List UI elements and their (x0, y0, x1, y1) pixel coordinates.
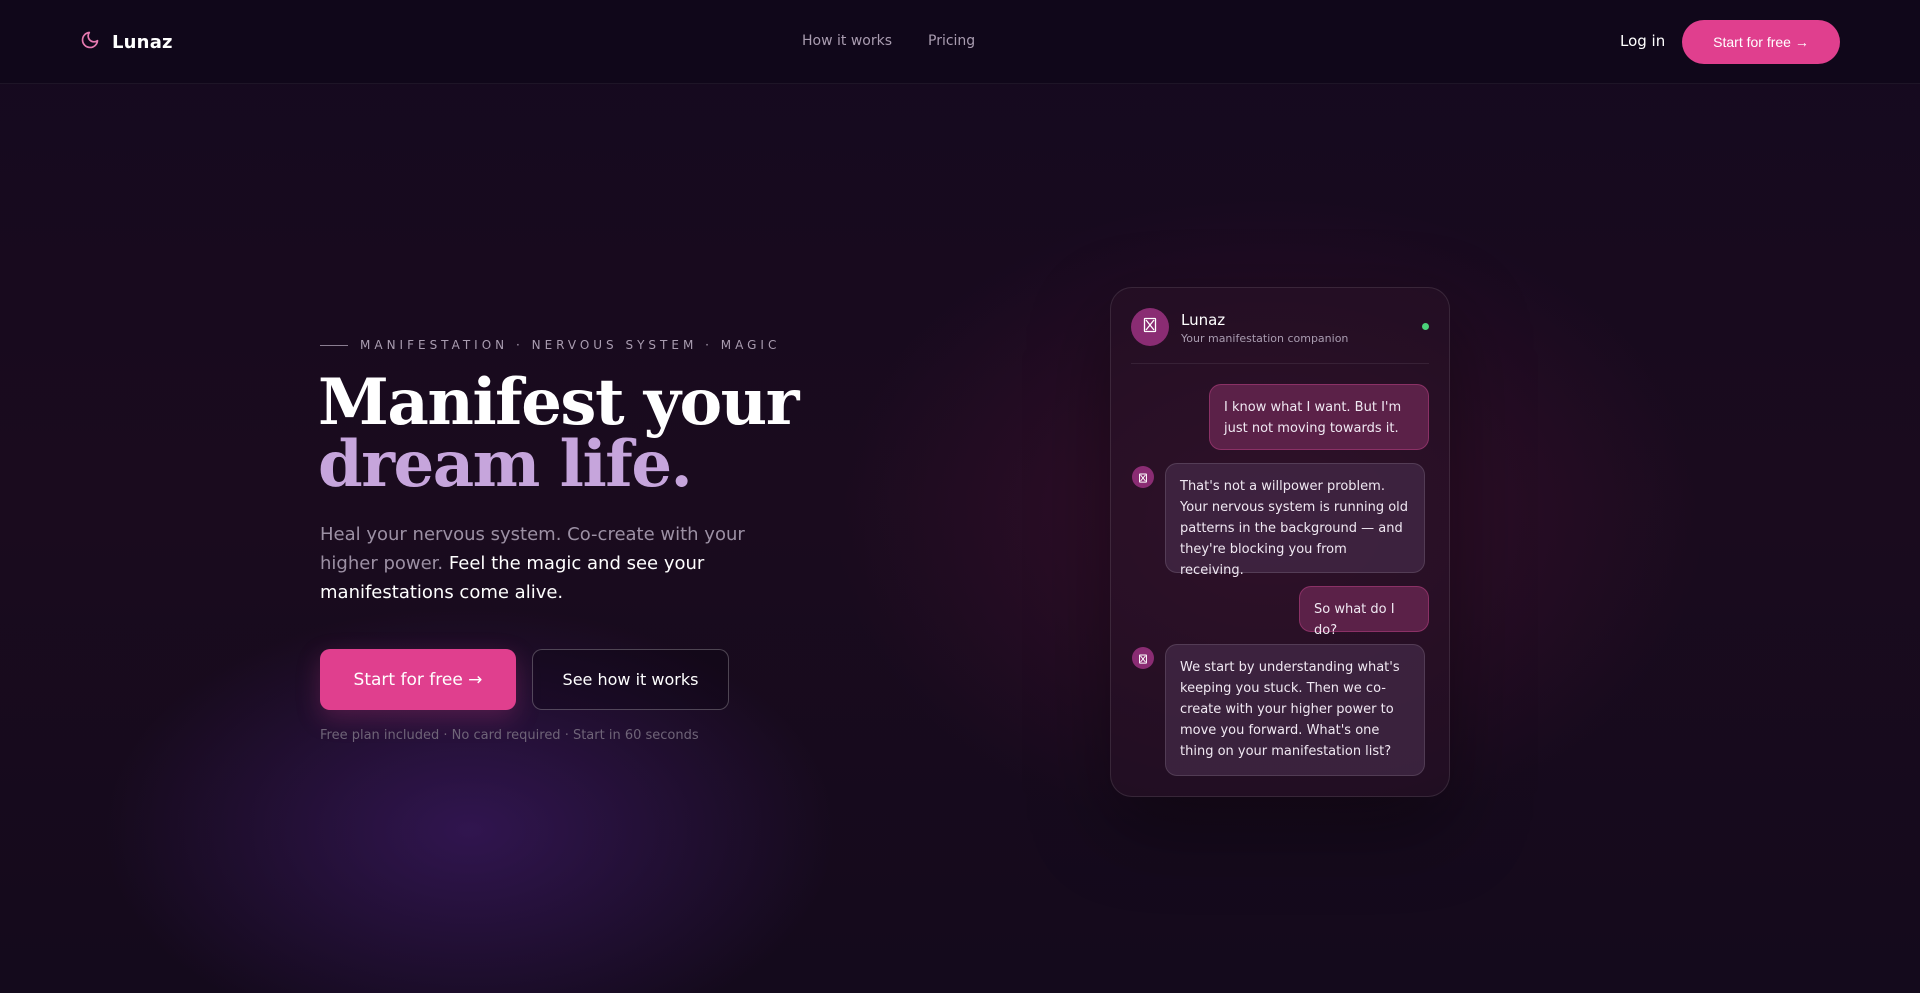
top-nav: Lunaz How it works Pricing Log in Start … (0, 0, 1920, 84)
chat-header: Lunaz Your manifestation companion (1131, 308, 1429, 352)
assistant-mini-avatar (1132, 647, 1154, 669)
nav-start-free-button[interactable]: Start for free → (1682, 20, 1840, 64)
see-how-it-works-button[interactable]: See how it works (532, 649, 729, 710)
assistant-mini-avatar (1132, 466, 1154, 488)
hero-start-free-button[interactable]: Start for free → (320, 649, 516, 710)
assistant-avatar (1131, 308, 1169, 346)
online-status-dot (1422, 323, 1429, 330)
brand-logo[interactable]: Lunaz (80, 30, 173, 54)
hero-title: Manifest your dream life. (318, 365, 799, 502)
login-link[interactable]: Log in (1620, 32, 1665, 50)
eyebrow-text: MANIFESTATION · NERVOUS SYSTEM · MAGIC (360, 338, 781, 352)
chat-message-user: So what do I do? (1299, 586, 1429, 638)
moon-icon (80, 30, 100, 54)
chat-message-assistant: That's not a willpower problem. Your ner… (1165, 463, 1425, 578)
hourglass-icon (1138, 649, 1148, 668)
hourglass-icon (1138, 468, 1148, 487)
hourglass-icon (1142, 317, 1158, 337)
brand-name: Lunaz (112, 31, 173, 53)
hero-subtitle: Heal your nervous system. Co-create with… (320, 520, 780, 607)
hero-fine-print: Free plan included · No card required · … (320, 728, 699, 743)
nav-link-how-it-works[interactable]: How it works (802, 33, 892, 49)
assistant-name: Lunaz (1181, 311, 1226, 329)
nav-link-pricing[interactable]: Pricing (928, 33, 975, 49)
chat-message-assistant: We start by understanding what's keeping… (1165, 644, 1425, 776)
hero-eyebrow: MANIFESTATION · NERVOUS SYSTEM · MAGIC (320, 338, 780, 352)
eyebrow-divider (320, 344, 348, 346)
assistant-subtitle: Your manifestation companion (1181, 332, 1349, 345)
chat-message-user: I know what I want. But I'm just not mov… (1209, 384, 1429, 450)
hero-title-line2: dream life. (318, 427, 693, 502)
nav-links: How it works Pricing (802, 33, 975, 49)
chat-header-divider (1131, 363, 1429, 364)
hero-title-line1: Manifest your (318, 365, 799, 440)
